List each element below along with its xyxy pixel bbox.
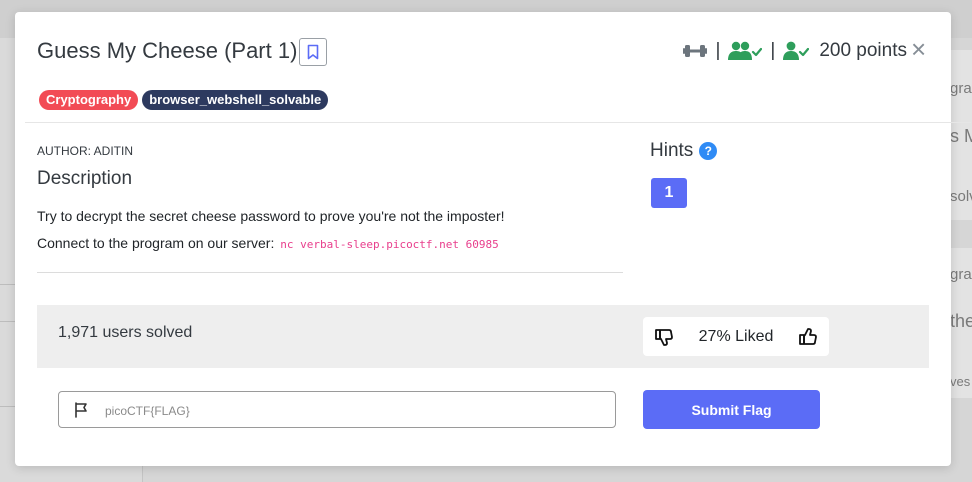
help-icon[interactable]: ? bbox=[699, 142, 718, 160]
background-text: gra bbox=[950, 266, 972, 283]
like-rating-box: 27% Liked bbox=[643, 317, 829, 356]
challenge-modal: Guess My Cheese (Part 1) | | 200 points bbox=[15, 12, 971, 466]
tag-list: Cryptography browser_webshell_solvable bbox=[39, 90, 329, 110]
close-icon[interactable]: × bbox=[911, 36, 926, 62]
liked-percentage: 27% Liked bbox=[698, 327, 774, 345]
stats-separator: | bbox=[715, 40, 721, 61]
background-text: gra bbox=[950, 80, 972, 97]
background-text: ves bbox=[950, 374, 971, 389]
users-solved-count: 1,971 users solved bbox=[58, 324, 193, 341]
description-divider bbox=[37, 272, 623, 273]
background-text: the bbox=[950, 311, 972, 331]
flag-input-container bbox=[58, 391, 616, 429]
flag-icon bbox=[75, 402, 87, 418]
server-command: nc verbal-sleep.picoctf.net 60985 bbox=[280, 238, 499, 251]
background-text: solv bbox=[950, 188, 972, 205]
hints-heading: Hints ? bbox=[650, 140, 718, 162]
background-text: s M bbox=[950, 126, 972, 146]
stats-separator: | bbox=[770, 40, 776, 61]
thumbs-down-icon[interactable] bbox=[654, 327, 674, 347]
submit-flag-button[interactable]: Submit Flag bbox=[643, 390, 820, 429]
points-label: 200 points bbox=[819, 40, 907, 61]
description-connect-line: Connect to the program on our server: nc… bbox=[37, 235, 499, 251]
description-text: Try to decrypt the secret cheese passwor… bbox=[37, 208, 505, 224]
hints-label: Hints bbox=[650, 140, 694, 161]
tag-browser-webshell-solvable[interactable]: browser_webshell_solvable bbox=[142, 90, 329, 110]
description-heading: Description bbox=[37, 168, 133, 189]
flag-input[interactable] bbox=[103, 392, 607, 429]
users-check-icon bbox=[728, 41, 763, 60]
user-check-icon bbox=[783, 41, 810, 60]
solved-stats-bar: 1,971 users solved 27% Liked bbox=[37, 305, 929, 368]
thumbs-up-icon[interactable] bbox=[798, 327, 818, 347]
author-label: AUTHOR: ADITIN bbox=[37, 144, 134, 158]
bookmark-button[interactable] bbox=[299, 38, 327, 66]
tag-cryptography[interactable]: Cryptography bbox=[39, 90, 139, 110]
description-connect-text: Connect to the program on our server: bbox=[37, 235, 275, 251]
hint-button-1[interactable]: 1 bbox=[651, 178, 687, 208]
challenge-title: Guess My Cheese (Part 1) bbox=[37, 38, 298, 63]
bookmark-icon bbox=[307, 44, 319, 60]
challenge-stats: | | 200 points bbox=[683, 40, 907, 62]
dumbbell-icon bbox=[683, 45, 708, 57]
header-divider bbox=[25, 122, 971, 123]
